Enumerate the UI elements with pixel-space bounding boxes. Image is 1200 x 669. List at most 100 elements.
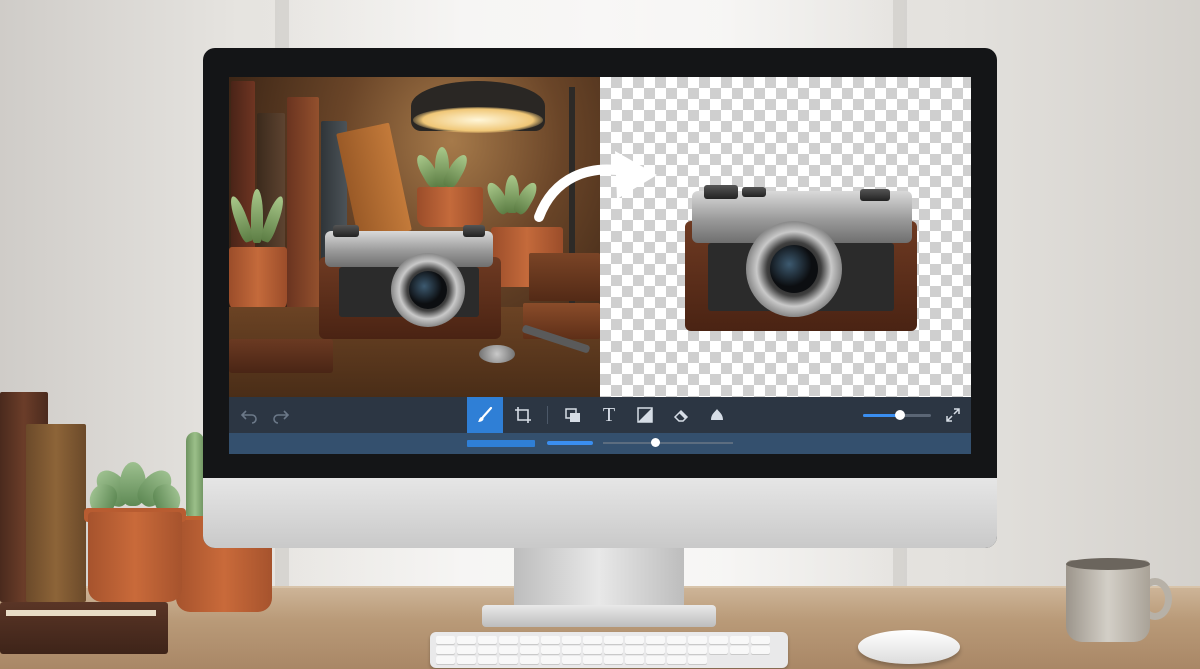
keyboard-key bbox=[667, 636, 686, 644]
undo-icon bbox=[240, 410, 257, 424]
keyboard-key bbox=[457, 656, 476, 664]
keyboard-key bbox=[436, 656, 455, 664]
adjust-tool-button[interactable] bbox=[627, 397, 663, 433]
keyboard-key bbox=[751, 646, 770, 654]
keyboard-key bbox=[667, 656, 686, 664]
fill-tool-button[interactable] bbox=[699, 397, 735, 433]
keyboard-key bbox=[562, 656, 581, 664]
brush-icon bbox=[478, 406, 493, 422]
keyboard-key bbox=[499, 656, 518, 664]
layers-tool-button[interactable] bbox=[555, 397, 591, 433]
redo-button[interactable] bbox=[263, 397, 299, 433]
photo-book-lying bbox=[529, 253, 600, 301]
keyboard-key bbox=[541, 656, 560, 664]
keyboard-key bbox=[562, 636, 581, 644]
transform-arrow-icon bbox=[534, 151, 657, 222]
mouse bbox=[858, 630, 960, 664]
monitor-chin bbox=[203, 478, 997, 548]
text-icon: T bbox=[602, 403, 616, 426]
editor-toolbar: T bbox=[229, 397, 971, 433]
keyboard-key bbox=[709, 646, 728, 654]
cactus-plant bbox=[186, 432, 204, 522]
keyboard-key bbox=[604, 656, 623, 664]
photo-plant-pot bbox=[229, 247, 287, 311]
redo-icon bbox=[273, 410, 290, 424]
result-camera-knob bbox=[704, 185, 738, 199]
photo-book bbox=[336, 122, 412, 242]
brush-option-indicator[interactable] bbox=[547, 441, 593, 445]
keyboard-key bbox=[688, 636, 707, 644]
keyboard-key bbox=[478, 656, 497, 664]
keyboard-key bbox=[520, 636, 539, 644]
keyboard-key bbox=[541, 636, 560, 644]
photo-lamp-light bbox=[413, 107, 543, 133]
photo-plant-pot bbox=[417, 187, 483, 227]
editor-screen: T bbox=[229, 77, 971, 454]
mug-top bbox=[1066, 558, 1150, 570]
photo-camera-lens-glass bbox=[409, 271, 447, 309]
keyboard-key bbox=[499, 646, 518, 654]
monitor-stand-base bbox=[482, 605, 716, 627]
keyboard-key bbox=[751, 636, 770, 644]
keyboard-key bbox=[688, 656, 707, 664]
photo-book-lying bbox=[229, 339, 333, 373]
brush-size-slider-thumb[interactable] bbox=[651, 438, 660, 447]
transparent-canvas[interactable] bbox=[600, 77, 971, 397]
keyboard-key bbox=[709, 636, 728, 644]
keyboard-key bbox=[667, 646, 686, 654]
fullscreen-button[interactable] bbox=[935, 397, 971, 433]
keyboard-key bbox=[457, 646, 476, 654]
layers-icon bbox=[565, 408, 580, 422]
keyboard-key bbox=[604, 636, 623, 644]
result-camera-knob bbox=[860, 189, 890, 201]
undo-button[interactable] bbox=[231, 397, 267, 433]
keyboard-key bbox=[625, 646, 644, 654]
keyboard-key bbox=[730, 636, 749, 644]
keyboard-key bbox=[562, 646, 581, 654]
photo-gear bbox=[479, 345, 515, 363]
keyboard-key bbox=[478, 636, 497, 644]
zoom-slider-thumb[interactable] bbox=[895, 410, 906, 420]
photo-camera-knob bbox=[333, 225, 359, 237]
keyboard-key bbox=[520, 656, 539, 664]
brush-tool-button[interactable] bbox=[467, 397, 503, 433]
book bbox=[26, 424, 86, 602]
keyboard-key bbox=[583, 656, 602, 664]
eraser-icon bbox=[673, 409, 689, 422]
text-tool-button[interactable]: T bbox=[591, 397, 627, 433]
toolbar-divider bbox=[547, 406, 548, 424]
photo-book bbox=[287, 97, 319, 312]
eraser-tool-button[interactable] bbox=[663, 397, 699, 433]
keyboard-key bbox=[646, 636, 665, 644]
keyboard-key bbox=[730, 646, 749, 654]
keyboard-key bbox=[478, 646, 497, 654]
keyboard-key bbox=[520, 646, 539, 654]
editor-statusbar bbox=[229, 433, 971, 454]
photo-camera-knob bbox=[463, 225, 485, 237]
plant-pot bbox=[88, 512, 182, 602]
keyboard-key bbox=[646, 656, 665, 664]
keyboard-key bbox=[688, 646, 707, 654]
keyboard-key bbox=[625, 636, 644, 644]
book-pages bbox=[6, 610, 156, 616]
brush-mode-indicator[interactable] bbox=[467, 440, 535, 447]
fullscreen-icon bbox=[946, 408, 960, 422]
keyboard-key bbox=[436, 636, 455, 644]
keyboard-key bbox=[583, 636, 602, 644]
fill-icon bbox=[711, 409, 723, 420]
brush-size-slider[interactable] bbox=[603, 442, 733, 444]
keyboard-key bbox=[646, 646, 665, 654]
coffee-mug bbox=[1066, 560, 1150, 642]
keyboard bbox=[430, 632, 788, 668]
result-camera-lens-glass bbox=[770, 245, 818, 293]
adjust-icon bbox=[637, 407, 653, 423]
original-photo bbox=[229, 77, 600, 397]
crop-icon bbox=[515, 407, 531, 423]
keyboard-key bbox=[436, 646, 455, 654]
keyboard-key bbox=[541, 646, 560, 654]
keyboard-key bbox=[583, 646, 602, 654]
keyboard-key bbox=[625, 656, 644, 664]
crop-tool-button[interactable] bbox=[505, 397, 541, 433]
keyboard-key bbox=[604, 646, 623, 654]
keyboard-key bbox=[499, 636, 518, 644]
